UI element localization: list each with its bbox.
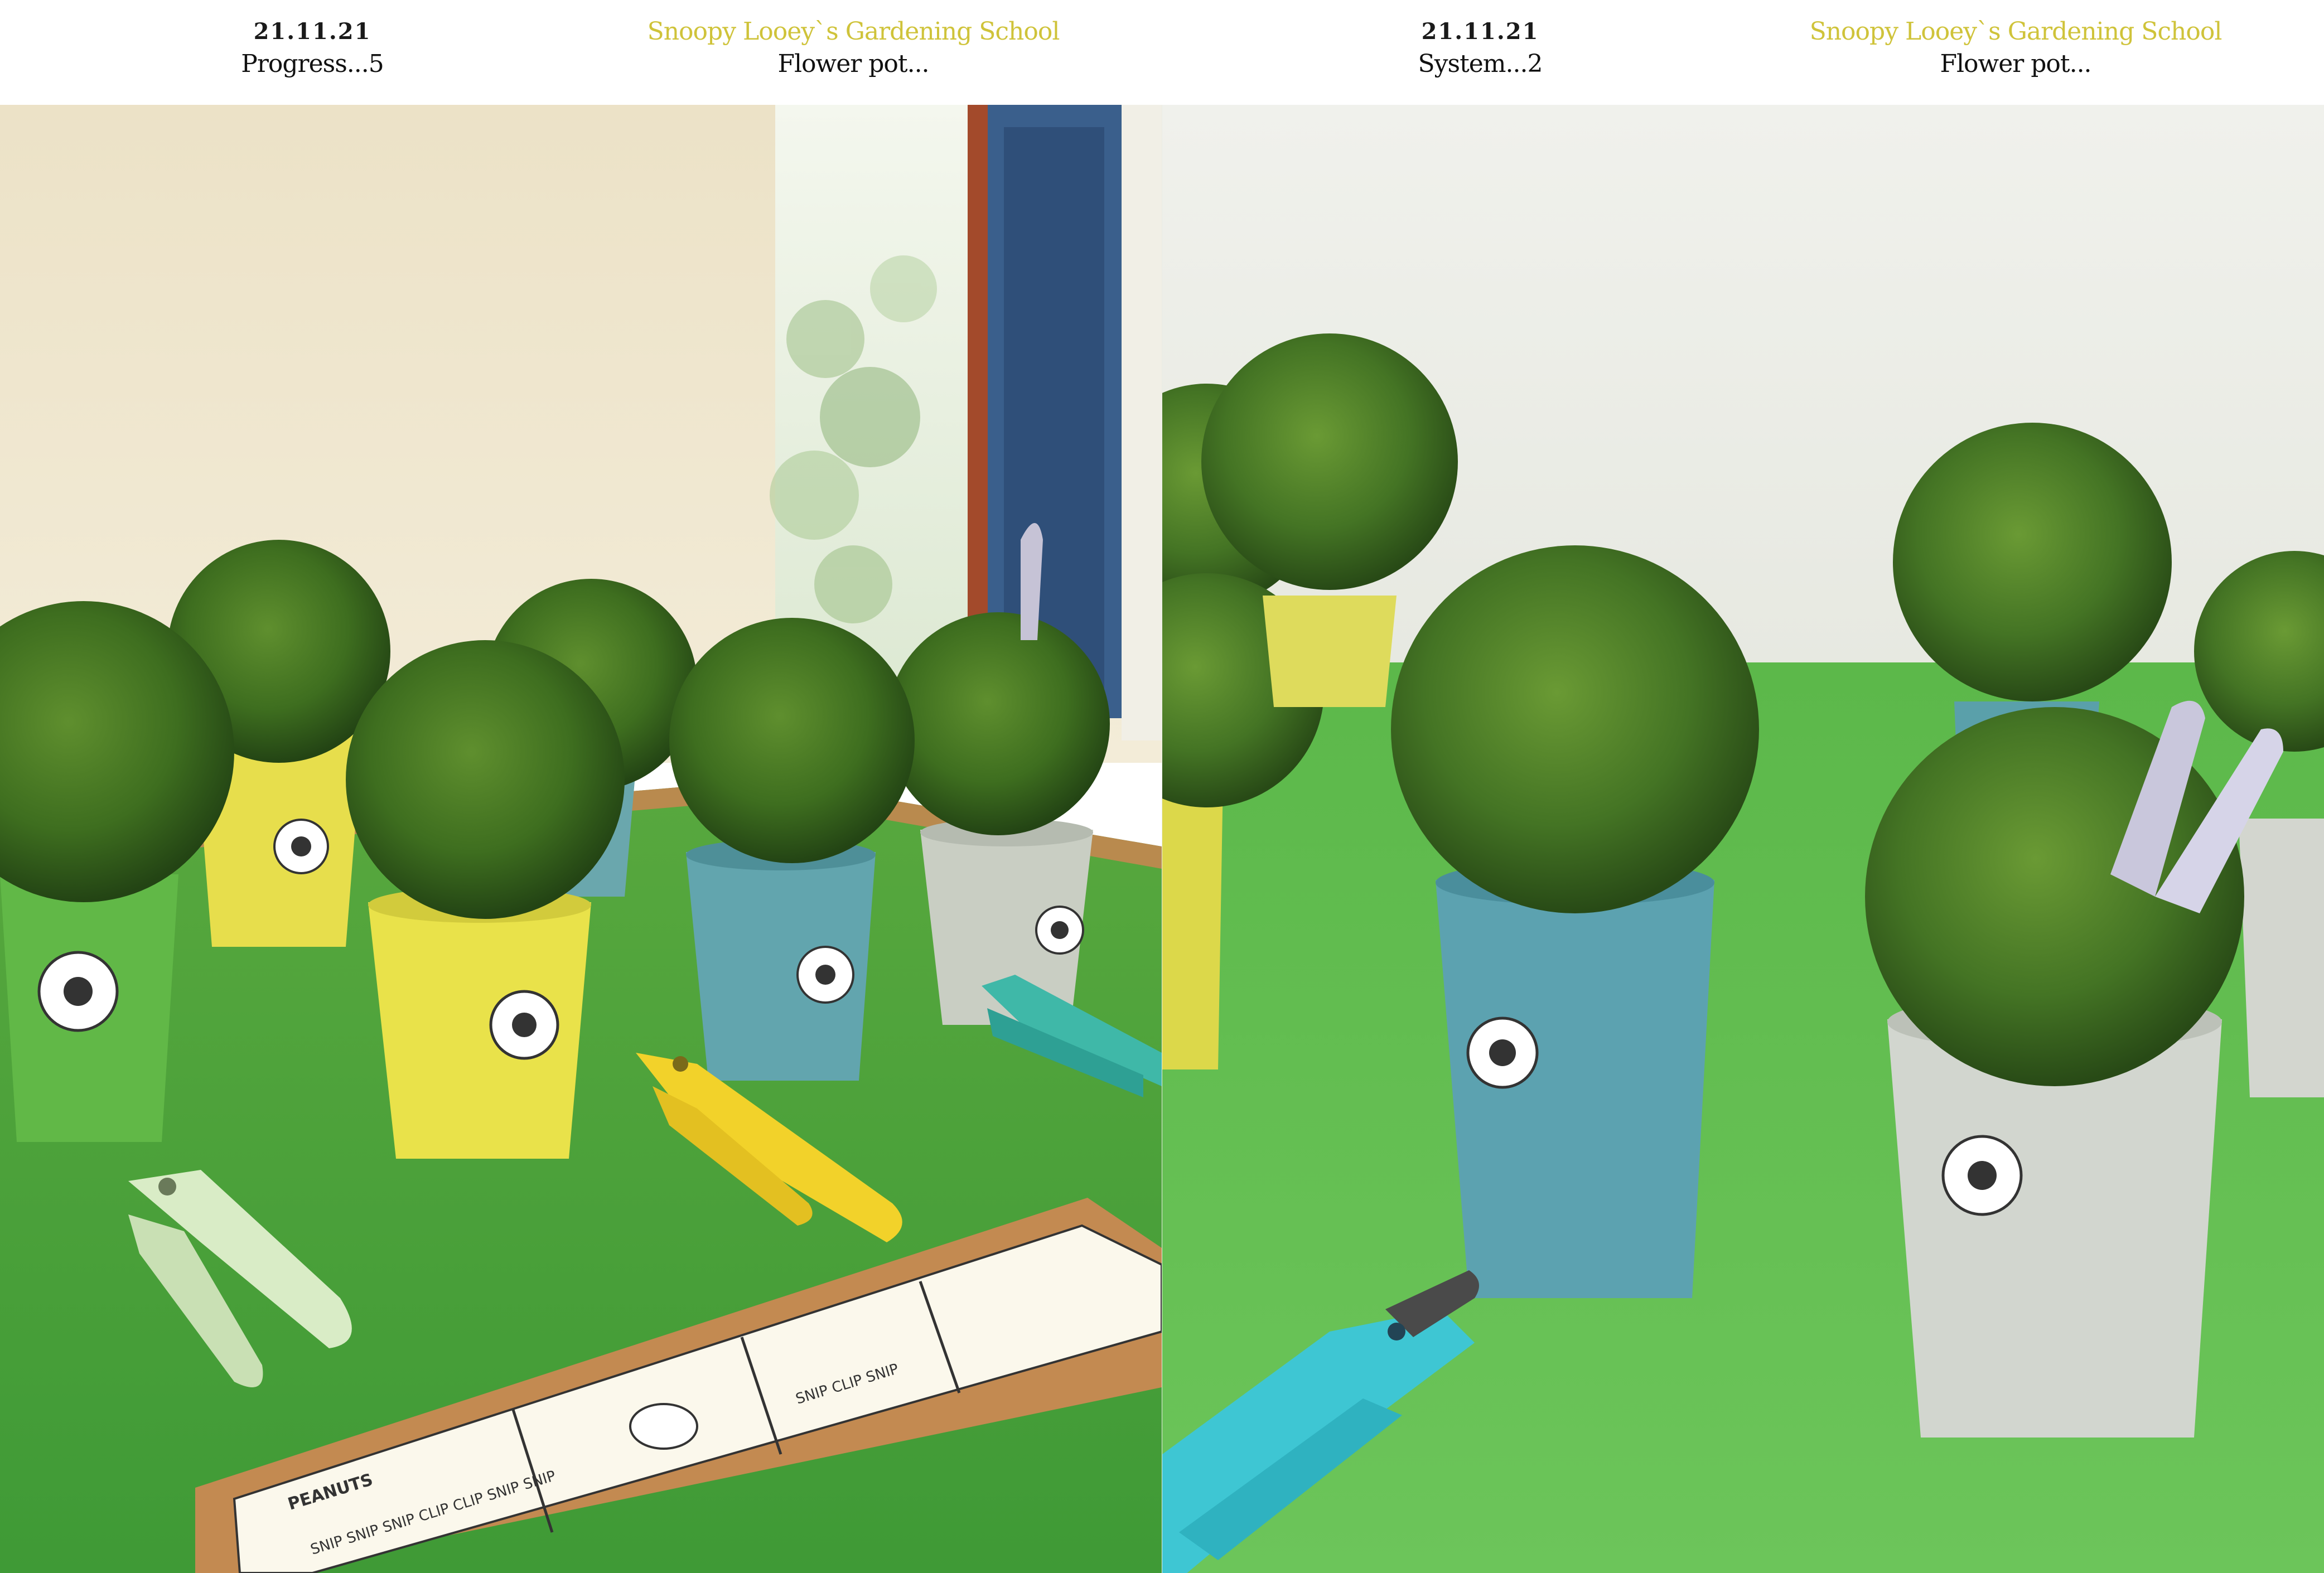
right-subtitle: System...2 xyxy=(1418,50,1543,78)
brick-frame xyxy=(968,105,988,696)
left-title-block: Snoopy Looey`s Gardening School Flower p… xyxy=(630,17,1076,81)
left-page: 21.11.21 Progress...5 Snoopy Looey`s Gar… xyxy=(0,0,1162,1573)
left-date: 21.11.21 xyxy=(253,18,371,45)
left-photo-scene: PEANUTS SNIP SNIP SNIP CLIP CLIP SNIP SN… xyxy=(0,105,1162,1573)
left-school-name: Snoopy Looey`s Gardening School xyxy=(647,17,1060,46)
right-caption: Flower pot... xyxy=(1940,50,2091,78)
right-school-name: Snoopy Looey`s Gardening School xyxy=(1809,17,2222,46)
left-header: 21.11.21 Progress...5 Snoopy Looey`s Gar… xyxy=(0,0,1162,105)
left-subtitle: Progress...5 xyxy=(241,50,384,78)
right-date: 21.11.21 xyxy=(1421,18,1539,45)
left-photo: PEANUTS SNIP SNIP SNIP CLIP CLIP SNIP SN… xyxy=(0,105,1162,1573)
right-photo xyxy=(1162,105,2324,1573)
photo-spread: 21.11.21 Progress...5 Snoopy Looey`s Gar… xyxy=(0,0,2324,1573)
right-date-block: 21.11.21 System...2 xyxy=(1397,17,1564,81)
right-title-block: Snoopy Looey`s Gardening School Flower p… xyxy=(1792,17,2239,81)
right-page: 21.11.21 System...2 Snoopy Looey`s Garde… xyxy=(1162,0,2324,1573)
left-date-block: 21.11.21 Progress...5 xyxy=(229,17,396,81)
right-header: 21.11.21 System...2 Snoopy Looey`s Garde… xyxy=(1162,0,2324,105)
snoopy-drawing xyxy=(629,1403,698,1450)
left-caption: Flower pot... xyxy=(777,50,929,78)
right-photo-scene xyxy=(1162,105,2324,1573)
